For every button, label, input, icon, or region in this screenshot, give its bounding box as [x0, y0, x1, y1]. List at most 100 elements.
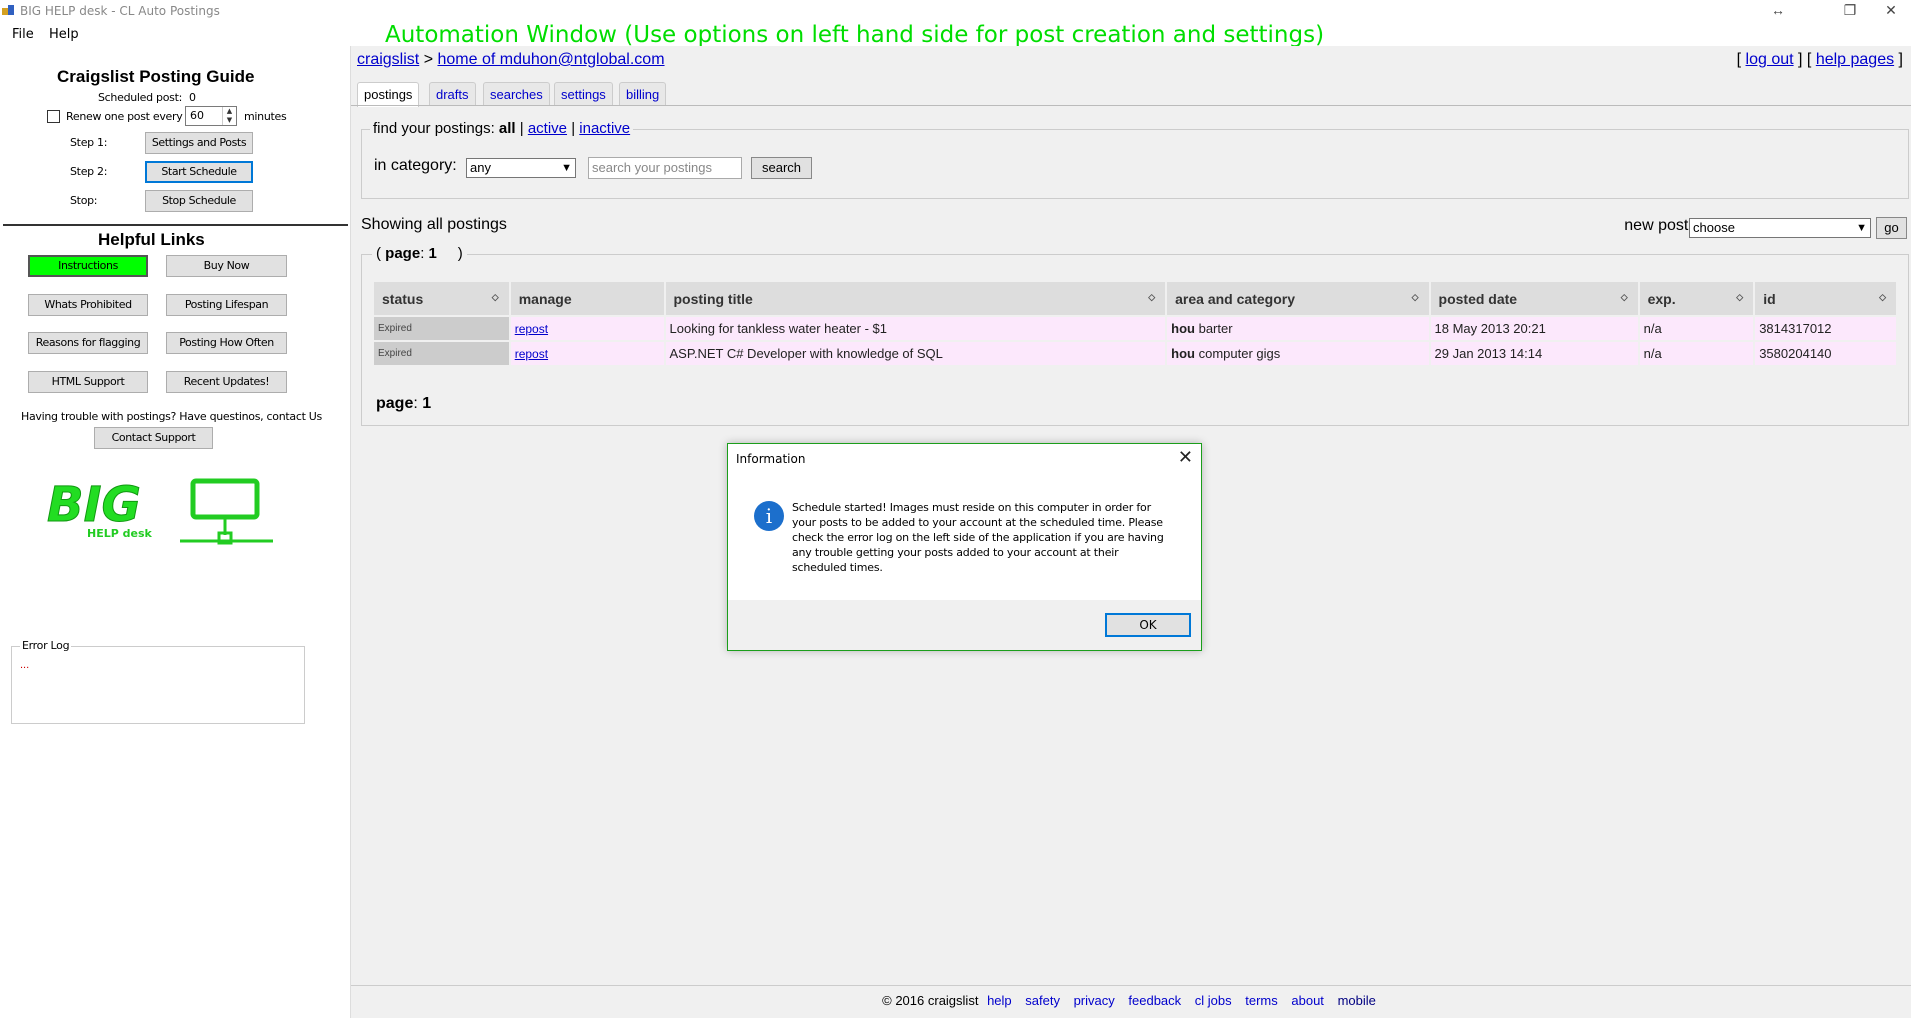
help-pages-link[interactable]: help pages [1816, 51, 1894, 68]
start-schedule-button[interactable]: Start Schedule [145, 161, 253, 183]
column-header-date[interactable]: posted date ◇ [1430, 282, 1638, 315]
footer-about-link[interactable]: about [1291, 993, 1324, 1008]
filter-all: all [498, 120, 516, 137]
scheduled-label: Scheduled post: [98, 91, 182, 104]
craigslist-home-link[interactable]: craigslist [357, 51, 419, 68]
menu-bar: File Help [0, 24, 360, 46]
id-cell: 3580204140 [1755, 342, 1896, 365]
footer: © 2016 craigslist help safety privacy fe… [351, 985, 1911, 1018]
column-header-id[interactable]: id ◇ [1755, 282, 1896, 315]
table-row: Expired repost Looking for tankless wate… [374, 317, 1896, 340]
close-icon[interactable]: ✕ [1178, 447, 1193, 468]
category-label: in category: [374, 157, 457, 174]
menu-help[interactable]: Help [49, 27, 79, 42]
table-row: Expired repost ASP.NET C# Developer with… [374, 342, 1896, 365]
close-window-icon[interactable]: ✕ [1871, 0, 1911, 20]
menu-file[interactable]: File [12, 27, 34, 42]
logout-link[interactable]: log out [1746, 51, 1794, 68]
stop-label: Stop: [70, 194, 98, 207]
sort-icon: ◇ [1879, 292, 1886, 302]
page-indicator-bottom: page: 1 [376, 395, 432, 412]
footer-safety-link[interactable]: safety [1025, 993, 1060, 1008]
manage-cell: repost [510, 317, 664, 340]
new-posting-value: choose [1693, 220, 1735, 235]
footer-privacy-link[interactable]: privacy [1074, 993, 1115, 1008]
step1-label: Step 1: [70, 136, 108, 149]
logo-big-text: BIG [47, 477, 141, 533]
exp-cell: n/a [1639, 342, 1754, 365]
trouble-text: Having trouble with postings? Have quest… [21, 410, 322, 423]
contact-support-button[interactable]: Contact Support [94, 427, 213, 449]
category-select[interactable]: any ▼ [466, 158, 576, 178]
footer-help-link[interactable]: help [987, 993, 1012, 1008]
renew-checkbox[interactable] [47, 110, 60, 123]
status-cell: Expired [374, 317, 509, 340]
column-header-exp[interactable]: exp. ◇ [1639, 282, 1754, 315]
renew-label: Renew one post every [66, 110, 183, 123]
reasons-for-flagging-button[interactable]: Reasons for flagging [28, 332, 148, 354]
find-postings-legend: find your postings: all | active | inact… [370, 120, 634, 137]
find-postings-box: find your postings: all | active | inact… [361, 120, 1909, 199]
account-home-link[interactable]: home of mduhon@ntglobal.com [437, 51, 664, 68]
tab-searches[interactable]: searches [483, 82, 550, 106]
footer-feedback-link[interactable]: feedback [1128, 993, 1181, 1008]
filter-active-link[interactable]: active [528, 120, 567, 137]
renew-minutes-stepper[interactable]: 60 ▲ ▼ [185, 106, 237, 126]
scheduled-value: 0 [189, 91, 196, 104]
title-cell: Looking for tankless water heater - $1 [665, 317, 1166, 340]
column-header-title[interactable]: posting title ◇ [665, 282, 1166, 315]
settings-and-posts-button[interactable]: Settings and Posts [145, 132, 253, 154]
ok-button[interactable]: OK [1105, 613, 1191, 637]
search-postings-input[interactable]: search your postings [588, 157, 742, 179]
instructions-button[interactable]: Instructions [28, 255, 148, 277]
title-bar: BIG HELP desk - CL Auto Postings ↔ ❐ ✕ [0, 0, 1911, 22]
dialog-footer: OK [728, 600, 1201, 650]
html-support-button[interactable]: HTML Support [28, 371, 148, 393]
repost-link[interactable]: repost [515, 347, 548, 361]
minutes-label: minutes [244, 110, 287, 123]
recent-updates-button[interactable]: Recent Updates! [166, 371, 287, 393]
top-links: [ log out ] [ help pages ] [1736, 51, 1903, 68]
whats-prohibited-button[interactable]: Whats Prohibited [28, 294, 148, 316]
stepper-arrows-icon[interactable]: ▲ ▼ [222, 107, 236, 125]
date-cell: 18 May 2013 20:21 [1430, 317, 1638, 340]
column-header-status[interactable]: status ◇ [374, 282, 509, 315]
new-posting-select[interactable]: choose ▼ [1689, 218, 1871, 238]
tab-settings[interactable]: settings [554, 82, 613, 106]
footer-cl-jobs-link[interactable]: cl jobs [1195, 993, 1232, 1008]
breadcrumb-separator: > [423, 51, 434, 68]
search-button[interactable]: search [751, 157, 812, 179]
sort-icon: ◇ [1620, 292, 1628, 302]
column-header-area[interactable]: area and category ◇ [1167, 282, 1429, 315]
tab-billing[interactable]: billing [619, 82, 667, 106]
date-cell: 29 Jan 2013 14:14 [1430, 342, 1638, 365]
buy-now-button[interactable]: Buy Now [166, 255, 287, 277]
renew-minutes-value: 60 [190, 109, 204, 122]
resize-icon[interactable]: ↔ [1758, 0, 1798, 20]
repost-link[interactable]: repost [515, 322, 548, 336]
helpful-links-title: Helpful Links [98, 230, 205, 249]
page-indicator-top: ( page: 1 ) [372, 245, 467, 262]
id-cell: 3814317012 [1755, 317, 1896, 340]
stop-schedule-button[interactable]: Stop Schedule [145, 190, 253, 212]
tab-drafts[interactable]: drafts [429, 82, 476, 106]
footer-mobile-link[interactable]: mobile [1338, 993, 1376, 1008]
results-box: ( page: 1 ) status ◇ manage posting title… [361, 245, 1909, 426]
footer-terms-link[interactable]: terms [1245, 993, 1278, 1008]
restore-icon[interactable]: ❐ [1830, 0, 1870, 20]
error-log: Error Log ... [11, 639, 305, 724]
tab-postings[interactable]: postings [357, 82, 420, 107]
dialog-message: Schedule started! Images must reside on … [792, 501, 1164, 574]
step2-label: Step 2: [70, 165, 108, 178]
go-button[interactable]: go [1876, 217, 1907, 239]
logo-sub-text: HELP desk [87, 527, 153, 540]
info-icon: i [754, 501, 784, 531]
dialog-title: Information [736, 452, 806, 466]
posting-how-often-button[interactable]: Posting How Often [166, 332, 287, 354]
table-header: status ◇ manage posting title ◇ area and c… [374, 282, 1896, 315]
sort-icon: ◇ [491, 292, 499, 302]
filter-inactive-link[interactable]: inactive [579, 120, 630, 137]
big-helpdesk-logo: BIG HELP desk [47, 477, 273, 545]
status-cell: Expired [374, 342, 509, 365]
posting-lifespan-button[interactable]: Posting Lifespan [166, 294, 287, 316]
